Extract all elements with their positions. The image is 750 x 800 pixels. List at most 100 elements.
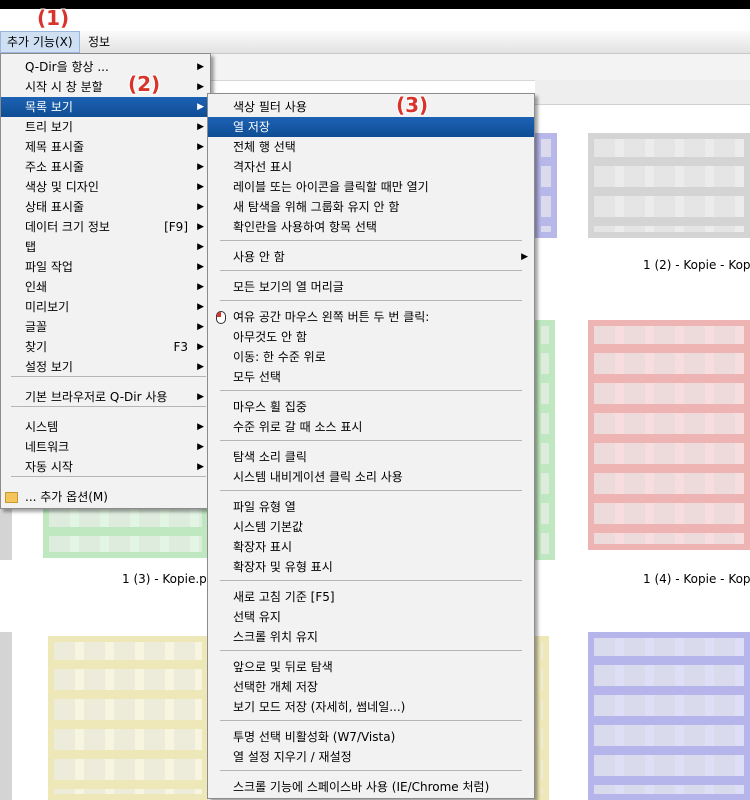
menu1-item-18[interactable]: 네트워크 ▶: [1, 437, 210, 457]
menu-item-label: 설정 보기: [25, 360, 73, 374]
menu-info[interactable]: 정보: [82, 31, 116, 53]
submenu-arrow-icon: ▶: [197, 222, 204, 232]
thumbnail-gray-top[interactable]: [588, 133, 750, 238]
thumbnail-red[interactable]: [588, 320, 750, 550]
menu1-item-15[interactable]: 설정 보기 ▶: [1, 357, 210, 377]
menu3-item-10[interactable]: 아무것도 안 함: [208, 327, 534, 347]
menu-separator: [220, 440, 522, 441]
menu3-item-27[interactable]: 투명 선택 비활성화 (W7/Vista): [208, 727, 534, 747]
menu1-item-13[interactable]: 글꼴 ▶: [1, 317, 210, 337]
menu1-item-8[interactable]: 데이터 크기 정보 [F9] ▶: [1, 217, 210, 237]
thumbnail-yellow[interactable]: [48, 636, 208, 800]
thumbnail-yellow-right[interactable]: [535, 636, 549, 800]
menu-item-label: 시스템 기본값: [233, 520, 304, 534]
menu3-item-13[interactable]: 마우스 휠 집중: [208, 397, 534, 417]
menu3-item-26[interactable]: 보기 모드 저장 (자세히, 썸네일...): [208, 697, 534, 717]
menu3-item-23[interactable]: 스크롤 위치 유지: [208, 627, 534, 647]
menu3-item-19[interactable]: 확장자 표시: [208, 537, 534, 557]
annotation-2: (2): [128, 72, 161, 96]
menu1-item-2[interactable]: 목록 보기 ▶: [1, 97, 210, 117]
menu1-item-9[interactable]: 탭 ▶: [1, 237, 210, 257]
title-strip: [0, 0, 750, 9]
menu1-item-3[interactable]: 트리 보기 ▶: [1, 117, 210, 137]
menu-item-label: 새 탐색을 위해 그룹화 유지 안 함: [233, 200, 400, 214]
menu1-item-14[interactable]: 찾기 F3 ▶: [1, 337, 210, 357]
menu1-item-19[interactable]: 자동 시작 ▶: [1, 457, 210, 477]
menu3-item-17[interactable]: 파일 유형 열: [208, 497, 534, 517]
menu1-item-5[interactable]: 주소 표시줄 ▶: [1, 157, 210, 177]
menu3-item-20[interactable]: 확장자 및 유형 표시: [208, 557, 534, 577]
submenu-arrow-icon: ▶: [197, 102, 204, 112]
menu1-item-16[interactable]: 기본 브라우저로 Q-Dir 사용 ▶: [1, 387, 210, 407]
menu3-item-8[interactable]: 모든 보기의 열 머리글: [208, 277, 534, 297]
menu1-item-6[interactable]: 색상 및 디자인 ▶: [1, 177, 210, 197]
menu1-item-1[interactable]: 시작 시 창 분할 ▶: [1, 77, 210, 97]
menu-item-label: 앞으로 및 뒤로 탐색: [233, 660, 333, 674]
menu3-item-21[interactable]: 새로 고침 기준 [F5]: [208, 587, 534, 607]
menu3-item-24[interactable]: 앞으로 및 뒤로 탐색: [208, 657, 534, 677]
menu3-item-12[interactable]: 모두 선택: [208, 367, 534, 387]
menu3-item-11[interactable]: 이동: 한 수준 위로: [208, 347, 534, 367]
menu3-item-4[interactable]: 레이블 또는 아이콘을 클릭할 때만 열기: [208, 177, 534, 197]
menu1-item-10[interactable]: 파일 작업 ▶: [1, 257, 210, 277]
menu1-item-17[interactable]: 시스템 ▶: [1, 417, 210, 437]
thumbnail-purple[interactable]: [588, 632, 750, 800]
menu3-item-22[interactable]: 선택 유지: [208, 607, 534, 627]
menu3-item-9[interactable]: 여유 공간 마우스 왼쪽 버튼 두 번 클릭:: [208, 307, 534, 327]
menu1-item-0[interactable]: Q-Dir을 항상 ... ▶: [1, 57, 210, 77]
menu-item-label: 트리 보기: [25, 120, 73, 134]
menu1-item-4[interactable]: 제목 표시줄 ▶: [1, 137, 210, 157]
thumbnail-gray-left-bottom[interactable]: [0, 632, 12, 800]
menu-item-label: 선택한 개체 저장: [233, 680, 318, 694]
menu3-item-15[interactable]: 탐색 소리 클릭: [208, 447, 534, 467]
menu-separator: [220, 240, 522, 241]
menu-item-label: 상태 표시줄: [25, 200, 85, 214]
menu-item-label: 시스템 내비게이션 클릭 소리 사용: [233, 470, 403, 484]
menu-item-shortcut: F3: [173, 340, 188, 354]
menu-item-label: 사용 안 함: [233, 250, 285, 264]
menu1-item-12[interactable]: 미리보기 ▶: [1, 297, 210, 317]
menu-item-label: 파일 작업: [25, 260, 73, 274]
menu-separator: [220, 390, 522, 391]
menu3-item-16[interactable]: 시스템 내비게이션 클릭 소리 사용: [208, 467, 534, 487]
submenu-arrow-icon: ▶: [197, 262, 204, 272]
menu3-item-29[interactable]: 스크롤 기능에 스페이스바 사용 (IE/Chrome 처럼): [208, 777, 534, 797]
thumbnail-caption[interactable]: 1 (2) - Kopie - Kopie.: [643, 258, 750, 272]
menu-item-label: 보기 모드 저장 (자세히, 썸네일...): [233, 700, 406, 714]
extra-features-menu: Q-Dir을 항상 ... ▶ 시작 시 창 분할 ▶ 목록 보기 ▶ 트리 보기 ▶ 제목 표…: [0, 53, 211, 509]
menu-item-label: 열 저장: [233, 120, 270, 134]
submenu-arrow-icon: ▶: [197, 162, 204, 172]
menu1-item-11[interactable]: 인쇄 ▶: [1, 277, 210, 297]
menu3-item-2[interactable]: 전체 행 선택: [208, 137, 534, 157]
menu-item-label: 네트워크: [25, 440, 70, 454]
menu-item-label: 여유 공간 마우스 왼쪽 버튼 두 번 클릭:: [233, 310, 430, 324]
menu1-item-7[interactable]: 상태 표시줄 ▶: [1, 197, 210, 217]
menu3-item-6[interactable]: 확인란을 사용하여 항목 선택: [208, 217, 534, 237]
menu-item-label: 수준 위로 갈 때 소스 표시: [233, 420, 363, 434]
thumbnail-green[interactable]: [43, 503, 208, 558]
menu-item-label: 탭: [25, 240, 37, 254]
menu-bar: 추가 기능(X) 정보: [0, 31, 750, 54]
menu3-item-1[interactable]: 열 저장: [208, 117, 534, 137]
menu-separator: [220, 770, 522, 771]
menu3-item-0[interactable]: 색상 필터 사용: [208, 97, 534, 117]
menu3-item-25[interactable]: 선택한 개체 저장: [208, 677, 534, 697]
menu-item-label: 격자선 표시: [233, 160, 293, 174]
menu-item-label: 이동: 한 수준 위로: [233, 350, 326, 364]
menu1-item-20[interactable]: ... 추가 옵션(M): [1, 487, 210, 507]
menu-item-label: 색상 및 디자인: [25, 180, 99, 194]
menu3-item-14[interactable]: 수준 위로 갈 때 소스 표시: [208, 417, 534, 437]
menu3-item-5[interactable]: 새 탐색을 위해 그룹화 유지 안 함: [208, 197, 534, 217]
menu-extra-features[interactable]: 추가 기능(X): [0, 31, 80, 53]
thumbnail-blue-top[interactable]: [535, 133, 557, 238]
menu-separator: [220, 720, 522, 721]
thumbnail-caption[interactable]: 1 (4) - Kopie - Kopie.: [643, 572, 750, 586]
thumbnail-green-right[interactable]: [535, 320, 555, 560]
menu3-item-18[interactable]: 시스템 기본값: [208, 517, 534, 537]
menu-item-label: 모두 선택: [233, 370, 281, 384]
menu3-item-28[interactable]: 열 설정 지우기 / 재설정: [208, 747, 534, 767]
menu3-item-3[interactable]: 격자선 표시: [208, 157, 534, 177]
menu-item-label: 파일 유형 열: [233, 500, 296, 514]
menu3-item-7[interactable]: 사용 안 함 ▶: [208, 247, 534, 267]
menu-separator: [220, 270, 522, 271]
